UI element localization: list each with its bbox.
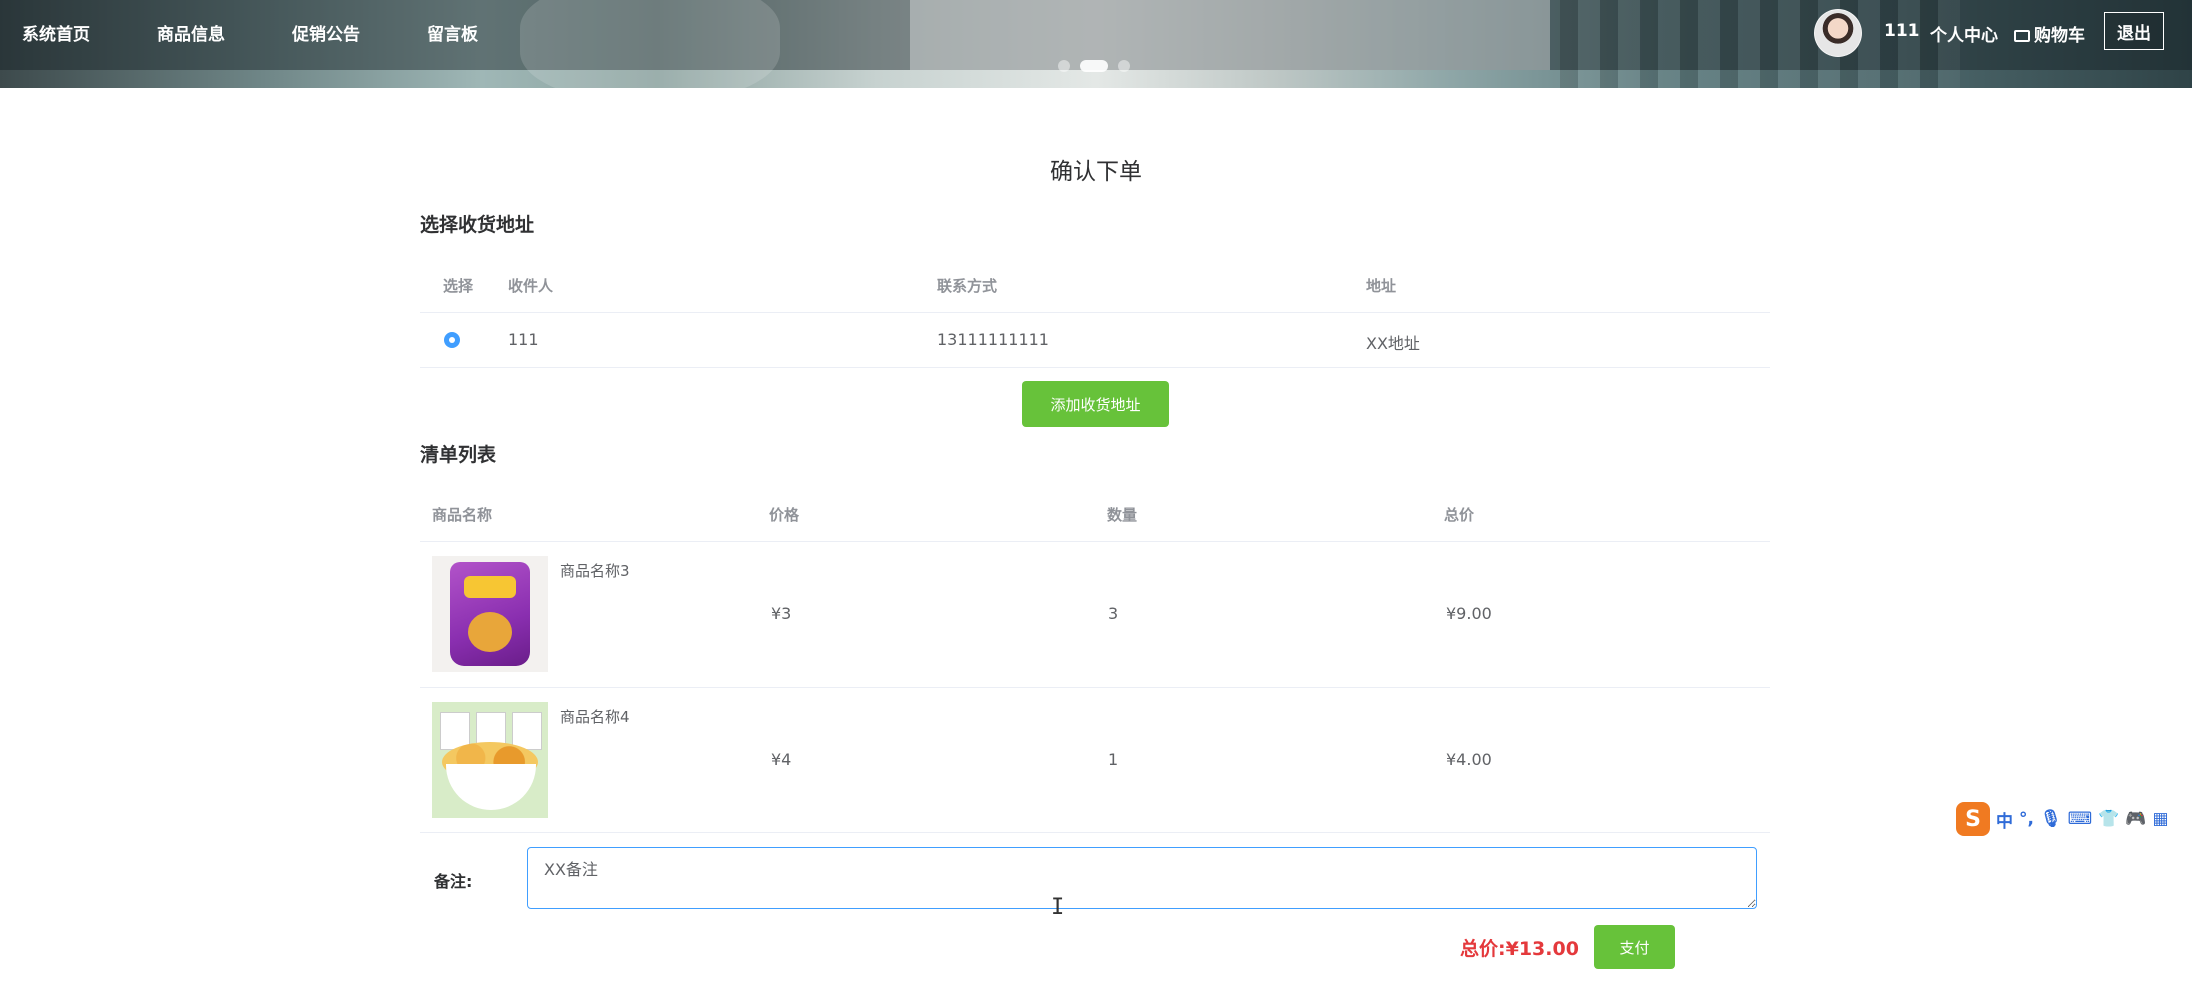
header-banner: 系统首页 商品信息 促销公告 留言板 111 个人中心 购物车 退出 bbox=[0, 0, 2192, 88]
add-address-button[interactable]: 添加收货地址 bbox=[1022, 381, 1169, 427]
address-col-address: 地址 bbox=[1366, 277, 1397, 295]
product-total: ¥9.00 bbox=[1446, 604, 1492, 623]
carousel-dot-active[interactable] bbox=[1080, 60, 1108, 72]
nav-products[interactable]: 商品信息 bbox=[157, 20, 225, 46]
divider bbox=[420, 832, 1770, 833]
banner-image-decoration bbox=[1560, 0, 1960, 88]
carousel-indicators bbox=[1058, 60, 1130, 72]
nav-home[interactable]: 系统首页 bbox=[22, 20, 90, 46]
product-qty: 1 bbox=[1108, 750, 1119, 769]
product-image[interactable] bbox=[432, 556, 548, 672]
carousel-dot[interactable] bbox=[1118, 60, 1130, 72]
divider bbox=[420, 541, 1770, 542]
punctuation-icon[interactable]: °, bbox=[2019, 809, 2034, 829]
game-icon[interactable]: 🎮 bbox=[2125, 809, 2146, 829]
divider bbox=[420, 312, 1770, 313]
nav-promotions[interactable]: 促销公告 bbox=[292, 20, 360, 46]
recipient-phone: 13111111111 bbox=[937, 330, 1049, 349]
avatar[interactable] bbox=[1814, 9, 1862, 57]
address-col-select: 选择 bbox=[443, 277, 474, 295]
cart-icon bbox=[2014, 30, 2030, 42]
carousel-dot[interactable] bbox=[1058, 60, 1070, 72]
product-qty: 3 bbox=[1108, 604, 1119, 623]
cart-label: 购物车 bbox=[2034, 26, 2085, 46]
ime-toolbar: S 中 °, 🎙 ⌨ 👕 🎮 ▦ bbox=[1956, 802, 2192, 836]
address-col-phone: 联系方式 bbox=[937, 277, 998, 295]
order-col-qty: 数量 bbox=[1107, 506, 1138, 524]
divider bbox=[420, 367, 1770, 368]
address-radio-selected[interactable] bbox=[444, 332, 460, 348]
pay-button[interactable]: 支付 bbox=[1594, 925, 1675, 969]
page-title: 确认下单 bbox=[1050, 159, 1142, 185]
remark-label: 备注: bbox=[434, 872, 473, 891]
keyboard-icon[interactable]: ⌨ bbox=[2068, 809, 2093, 829]
banner-image-decoration bbox=[520, 0, 780, 88]
address-col-recipient: 收件人 bbox=[508, 277, 554, 295]
remark-textarea[interactable] bbox=[527, 847, 1757, 909]
order-col-total: 总价 bbox=[1444, 506, 1475, 524]
total-label: 总价: bbox=[1460, 938, 1506, 960]
text-cursor-icon: I bbox=[1051, 895, 1065, 920]
address-section-title: 选择收货地址 bbox=[420, 214, 535, 236]
product-price: ¥3 bbox=[771, 604, 792, 623]
username: 111 bbox=[1884, 21, 1920, 41]
profile-link[interactable]: 个人中心 bbox=[1930, 21, 1998, 46]
ime-language-toggle[interactable]: 中 bbox=[1996, 807, 2013, 832]
product-price: ¥4 bbox=[771, 750, 792, 769]
skin-icon[interactable]: 👕 bbox=[2098, 809, 2119, 829]
product-total: ¥4.00 bbox=[1446, 750, 1492, 769]
order-section-title: 清单列表 bbox=[420, 444, 497, 466]
divider bbox=[420, 687, 1770, 688]
mic-icon[interactable]: 🎙 bbox=[2040, 809, 2062, 829]
total-value: ¥13.00 bbox=[1505, 938, 1579, 960]
product-name: 商品名称3 bbox=[560, 562, 630, 580]
recipient-name: 111 bbox=[508, 330, 539, 349]
order-col-name: 商品名称 bbox=[432, 506, 493, 524]
recipient-address: XX地址 bbox=[1366, 334, 1420, 353]
cart-link[interactable]: 购物车 bbox=[2014, 21, 2085, 46]
nav-message-board[interactable]: 留言板 bbox=[427, 20, 478, 46]
banner-image-decoration bbox=[910, 0, 1550, 70]
logout-button[interactable]: 退出 bbox=[2104, 12, 2164, 50]
apps-icon[interactable]: ▦ bbox=[2152, 809, 2168, 829]
product-image[interactable] bbox=[432, 702, 548, 818]
ime-logo-icon[interactable]: S bbox=[1956, 802, 1990, 836]
order-total: 总价:¥13.00 bbox=[1460, 934, 1579, 961]
product-name: 商品名称4 bbox=[560, 708, 630, 726]
order-col-price: 价格 bbox=[769, 506, 800, 524]
